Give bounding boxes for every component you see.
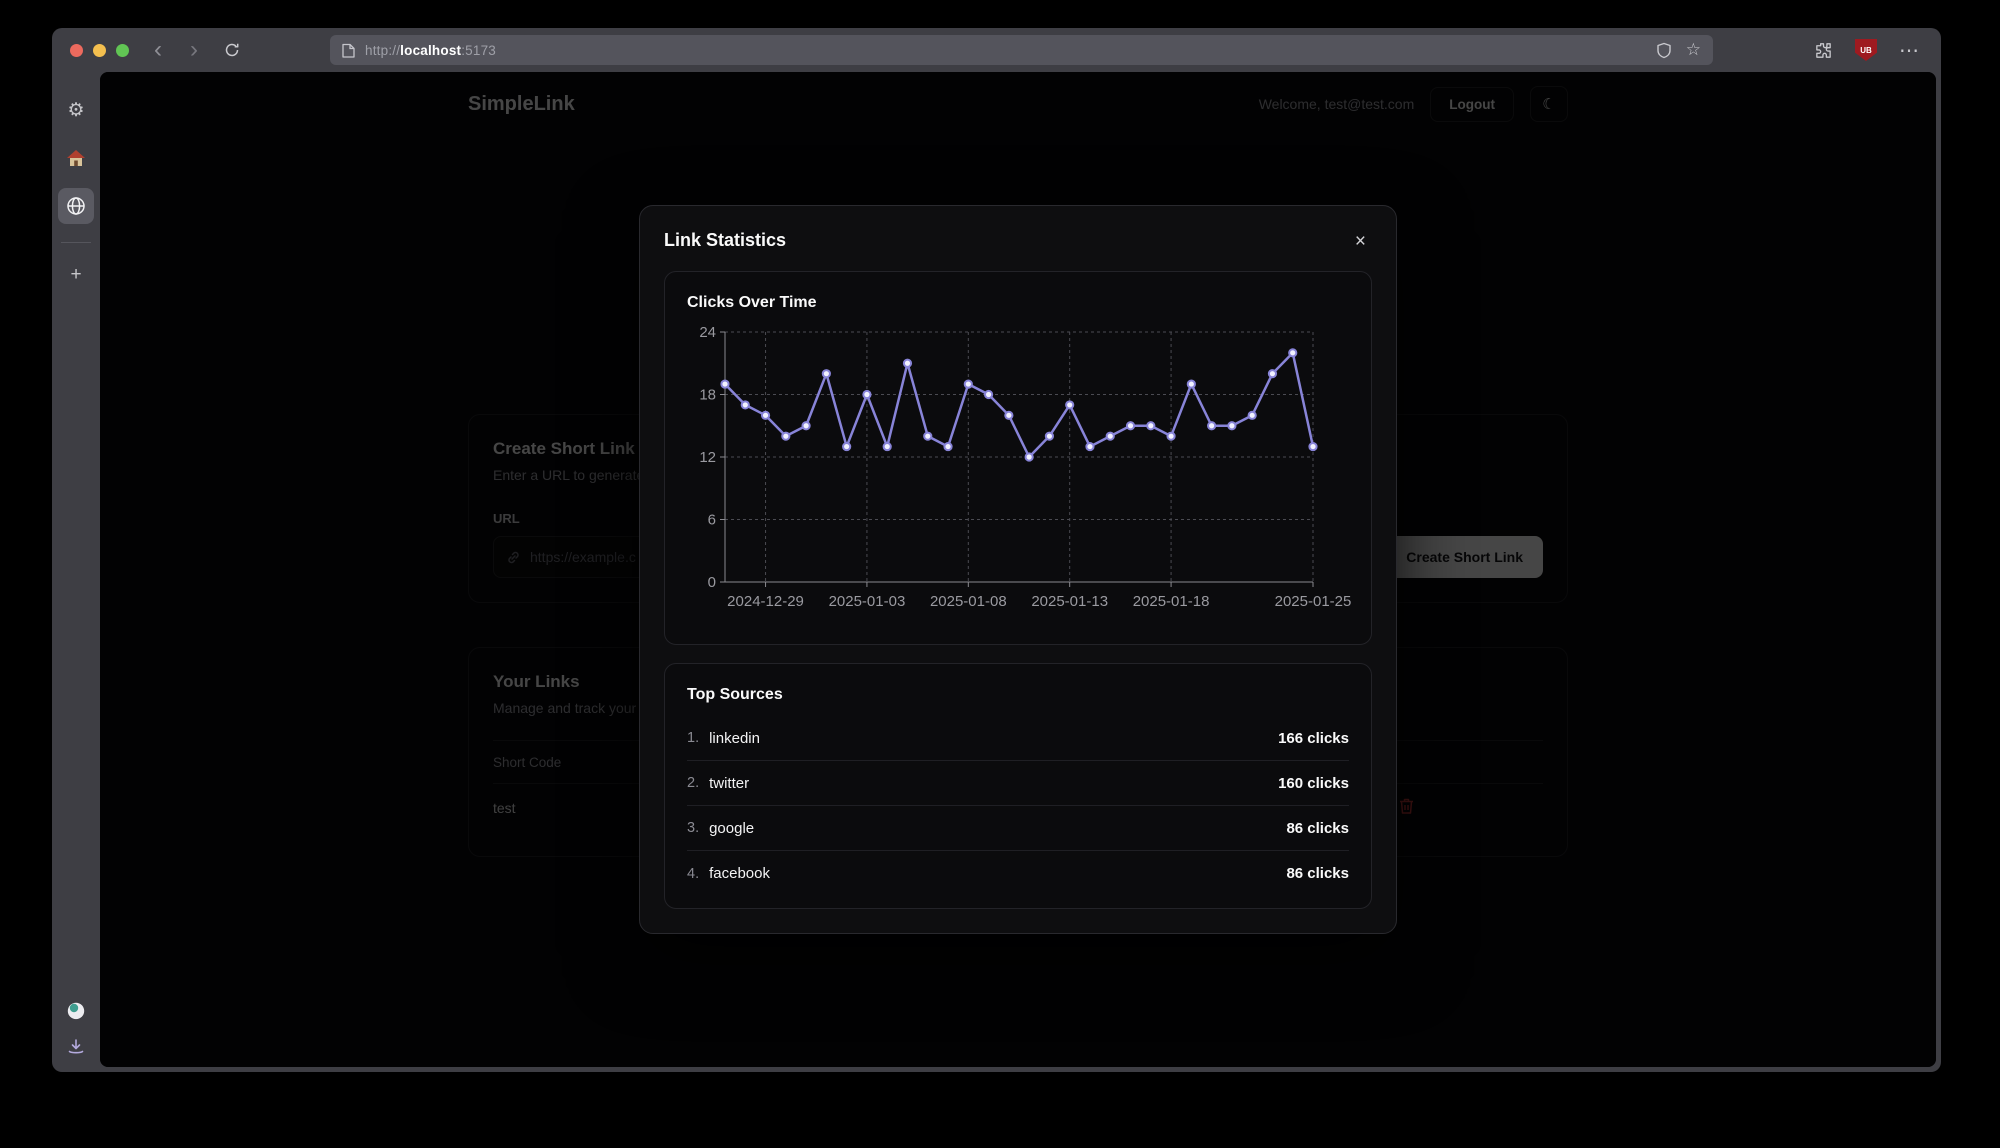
source-rank: 2. [687,775,699,791]
new-tab-icon[interactable]: + [58,257,94,293]
page-icon [342,43,355,58]
top-sources-list: 1. linkedin 166 clicks 2. twitter 160 clicks 3… [687,716,1349,896]
source-name: google [709,820,754,837]
source-name: twitter [709,775,749,792]
top-sources-card: Top Sources 1. linkedin 166 clicks 2. twitte… [664,663,1372,909]
page-viewport: SimpleLink Welcome, test@test.com Logout… [100,72,1936,1067]
reload-icon[interactable] [218,28,246,72]
forward-icon[interactable]: › [180,28,208,72]
top-source-row: 1. linkedin 166 clicks [687,716,1349,761]
svg-text:18: 18 [699,387,716,404]
top-source-row: 4. facebook 86 clicks [687,851,1349,896]
settings-gear-icon[interactable]: ⚙ [58,92,94,128]
clicks-over-time-chart: 0 6 12 18 24 2024-12-29 2025-01-03 2025-01-08 20… [687,322,1353,622]
browser-menu-icon[interactable]: ⋯ [1899,38,1921,63]
source-clicks: 86 clicks [1286,820,1349,837]
tracking-shield-icon[interactable] [1656,42,1672,59]
extensions-puzzle-icon[interactable] [1814,41,1833,60]
source-rank: 1. [687,730,699,746]
source-clicks: 160 clicks [1278,775,1349,792]
chart-title: Clicks Over Time [687,294,1349,312]
svg-text:24: 24 [699,324,716,341]
source-rank: 3. [687,820,699,836]
browser-sidebar: ⚙ + [52,72,100,1072]
source-clicks: 166 clicks [1278,730,1349,747]
svg-text:2024-12-29: 2024-12-29 [727,593,804,610]
modal-title: Link Statistics [664,230,786,251]
modal-close-icon[interactable]: × [1349,230,1372,253]
svg-text:2025-01-18: 2025-01-18 [1133,593,1210,610]
url-host: localhost [400,43,461,58]
top-source-row: 2. twitter 160 clicks [687,761,1349,806]
window-close-button[interactable] [70,44,83,57]
svg-text:2025-01-25: 2025-01-25 [1275,593,1352,610]
bookmark-star-icon[interactable]: ☆ [1686,40,1701,60]
top-sources-title: Top Sources [687,686,1349,704]
browser-toolbar: ‹ › http://localhost:5173 [52,28,1941,72]
url-prefix: http:// [365,43,400,58]
back-icon[interactable]: ‹ [144,28,172,72]
source-name: facebook [709,865,770,882]
window-minimize-button[interactable] [93,44,106,57]
active-tab-globe-icon[interactable] [58,188,94,224]
home-tab-icon[interactable] [58,140,94,176]
source-clicks: 86 clicks [1286,865,1349,882]
link-statistics-modal: Link Statistics × Clicks Over Time 0 6 12 1… [639,205,1397,934]
window-zoom-button[interactable] [116,44,129,57]
svg-text:2025-01-03: 2025-01-03 [829,593,906,610]
clicks-over-time-card: Clicks Over Time 0 6 12 18 24 2024-12-29 2025-… [664,271,1372,645]
url-bar[interactable]: http://localhost:5173 ☆ [330,35,1713,65]
svg-text:12: 12 [699,449,716,466]
svg-text:2025-01-08: 2025-01-08 [930,593,1007,610]
svg-text:2025-01-13: 2025-01-13 [1031,593,1108,610]
sidebar-divider [61,242,91,243]
downloads-icon[interactable] [67,1038,85,1056]
svg-text:0: 0 [708,574,716,591]
url-port: :5173 [461,43,496,58]
account-sphere-icon[interactable] [65,1000,87,1022]
browser-window: ‹ › http://localhost:5173 [52,28,1941,1072]
source-name: linkedin [709,730,760,747]
source-rank: 4. [687,866,699,882]
screen: ‹ › http://localhost:5173 [0,0,2000,1148]
url-text: http://localhost:5173 [365,43,496,58]
top-source-row: 3. google 86 clicks [687,806,1349,851]
svg-text:6: 6 [708,512,716,529]
ublock-extension-icon[interactable]: UB [1855,39,1877,61]
traffic-lights [70,44,129,57]
